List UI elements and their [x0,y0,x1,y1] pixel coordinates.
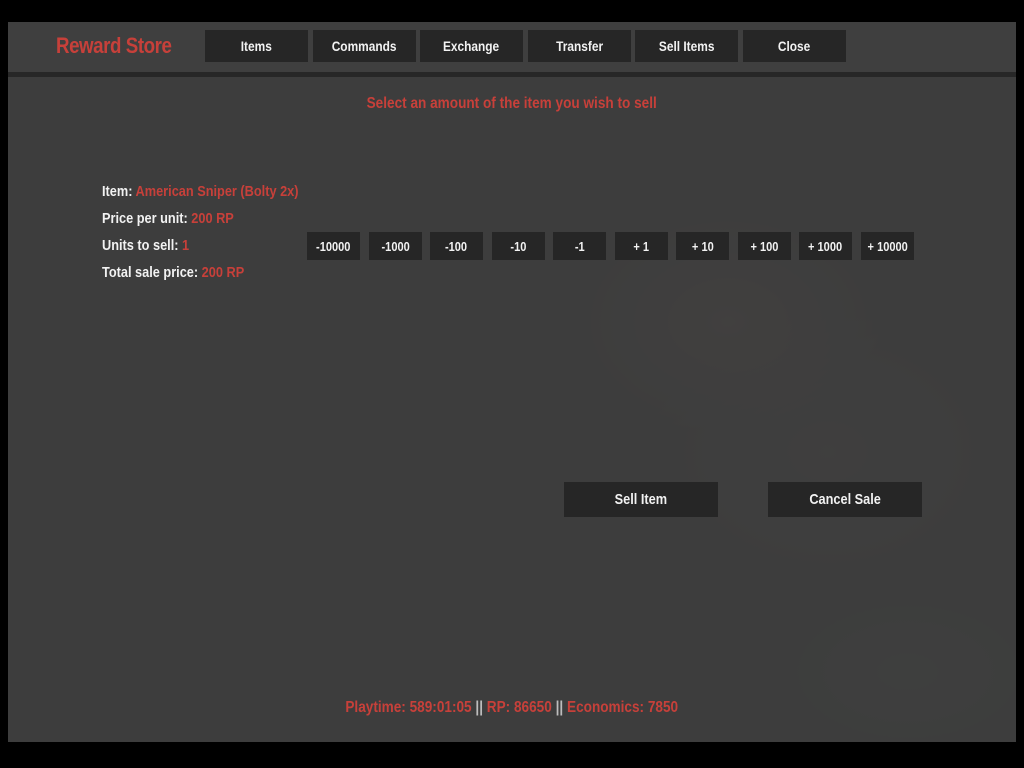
reward-store-window: Reward Store Items Commands Exchange Tra… [8,22,1016,742]
stepper-label: + 1 [633,238,650,254]
total-label: Total sale price: [102,264,199,281]
minus-1000-button[interactable]: -1000 [369,232,422,260]
top-bar: Reward Store Items Commands Exchange Tra… [8,22,1016,72]
stepper-label: -100 [445,238,468,254]
economics-readout: Economics: 7850 [567,699,679,716]
stepper-label: -1 [574,238,585,254]
header-divider [8,72,1016,77]
plus-1000-button[interactable]: + 1000 [799,232,852,260]
plus-10-button[interactable]: + 10 [676,232,729,260]
status-footer: Playtime: 589:01:05 || RP: 86650 || Econ… [8,699,1016,717]
app-title: Reward Store [56,33,172,58]
playtime-readout: Playtime: 589:01:05 [345,699,472,716]
tab-commands-label: Commands [332,38,397,54]
units-label: Units to sell: [102,237,179,254]
tab-transfer-label: Transfer [556,38,603,54]
minus-100-button[interactable]: -100 [430,232,483,260]
units-line: Units to sell: 1 [102,237,189,254]
sell-prompt: Select an amount of the item you wish to… [8,95,1016,113]
rp-readout: RP: 86650 [487,699,553,716]
item-value: American Sniper (Bolty 2x) [135,183,299,200]
item-line: Item: American Sniper (Bolty 2x) [102,183,299,200]
total-line: Total sale price: 200 RP [102,264,244,281]
plus-100-button[interactable]: + 100 [738,232,791,260]
tab-items-label: Items [240,38,273,54]
item-label: Item: [102,183,133,200]
tab-exchange-label: Exchange [443,38,500,54]
sell-item-label: Sell Item [614,491,668,508]
close-button[interactable]: Close [743,30,846,62]
price-line: Price per unit: 200 RP [102,210,234,227]
footer-separator: || [475,699,484,716]
tab-exchange[interactable]: Exchange [420,30,523,62]
stepper-label: -10000 [316,238,351,254]
stepper-label: + 10 [691,238,714,254]
tab-sell-items[interactable]: Sell Items [635,30,738,62]
tab-sell-items-label: Sell Items [658,38,715,54]
close-button-label: Close [778,38,811,54]
tab-transfer[interactable]: Transfer [528,30,631,62]
plus-1-button[interactable]: + 1 [615,232,668,260]
stepper-label: + 100 [750,238,779,254]
units-value: 1 [182,237,190,254]
minus-10-button[interactable]: -10 [492,232,545,260]
plus-10000-button[interactable]: + 10000 [861,232,914,260]
sell-prompt-text: Select an amount of the item you wish to… [366,95,658,112]
cancel-sale-label: Cancel Sale [809,491,881,508]
stepper-label: -10 [510,238,527,254]
price-label: Price per unit: [102,210,188,227]
tab-items[interactable]: Items [205,30,308,62]
stepper-label: + 10000 [867,238,908,254]
stepper-label: + 1000 [808,238,843,254]
price-value: 200 RP [191,210,234,227]
sell-item-button[interactable]: Sell Item [564,482,718,517]
footer-separator: || [555,699,564,716]
stepper-label: -1000 [381,238,410,254]
total-value: 200 RP [201,264,245,281]
minus-10000-button[interactable]: -10000 [307,232,360,260]
minus-1-button[interactable]: -1 [553,232,606,260]
tab-commands[interactable]: Commands [313,30,416,62]
cancel-sale-button[interactable]: Cancel Sale [768,482,922,517]
